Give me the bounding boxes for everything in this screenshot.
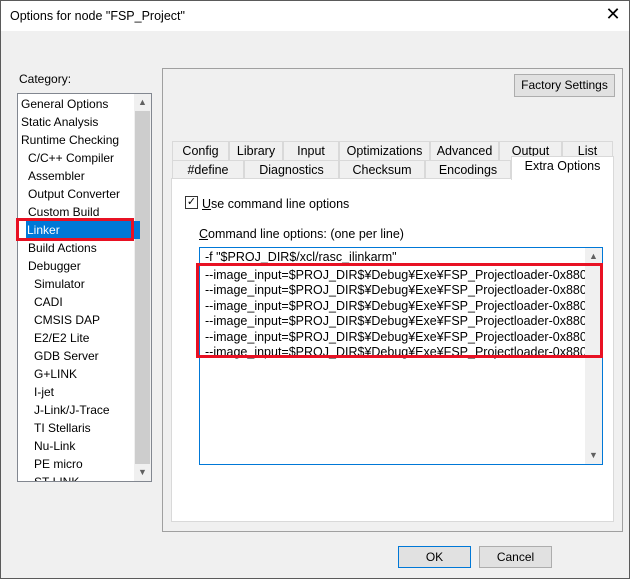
tab-encodings[interactable]: Encodings <box>425 160 511 179</box>
factory-settings-button[interactable]: Factory Settings <box>514 74 615 97</box>
category-item[interactable]: PE micro <box>33 455 147 473</box>
command-line-label: Command line options: (one per line) <box>199 227 404 241</box>
tab-define[interactable]: #define <box>172 160 244 179</box>
category-item[interactable]: Debugger <box>27 257 141 275</box>
category-item[interactable]: J-Link/J-Trace <box>33 401 147 419</box>
window-title: Options for node "FSP_Project" <box>10 9 185 23</box>
tab-input[interactable]: Input <box>283 141 339 160</box>
category-item[interactable]: Nu-Link <box>33 437 147 455</box>
category-item[interactable]: TI Stellaris <box>33 419 147 437</box>
category-label: Category: <box>19 72 72 86</box>
ok-button[interactable]: OK <box>398 546 471 568</box>
use-command-line-label[interactable]: Use command line options <box>202 197 349 211</box>
command-line-label-text: ommand line options: (one per line) <box>208 227 404 241</box>
category-item[interactable]: Build Actions <box>27 239 141 257</box>
category-item[interactable]: Assembler <box>27 167 141 185</box>
linker-highlight-box <box>16 218 134 241</box>
category-item[interactable]: C/C++ Compiler <box>27 149 141 167</box>
tab-advanced[interactable]: Advanced <box>430 141 499 160</box>
tab-diagnostics[interactable]: Diagnostics <box>244 160 339 179</box>
use-command-line-checkbox[interactable]: ✓ <box>185 196 198 209</box>
category-item[interactable]: Output Converter <box>27 185 141 203</box>
scroll-down-icon[interactable]: ▼ <box>585 447 602 464</box>
category-item[interactable]: I-jet <box>33 383 147 401</box>
category-item[interactable]: ST-LINK <box>33 473 147 481</box>
tab-config[interactable]: Config <box>172 141 229 160</box>
category-item[interactable]: E2/E2 Lite <box>33 329 147 347</box>
category-item[interactable]: Static Analysis <box>20 113 134 131</box>
tab-library[interactable]: Library <box>229 141 283 160</box>
category-item[interactable]: Runtime Checking <box>20 131 134 149</box>
tab-checksum[interactable]: Checksum <box>339 160 425 179</box>
category-item[interactable]: General Options <box>20 95 134 113</box>
close-icon[interactable]: ✕ <box>601 4 625 25</box>
category-item[interactable]: Simulator <box>33 275 147 293</box>
category-item[interactable]: G+LINK <box>33 365 147 383</box>
category-list[interactable]: ▲ ▼ General Options Static Analysis Runtim… <box>17 93 152 482</box>
tab-optimizations[interactable]: Optimizations <box>339 141 430 160</box>
scroll-up-icon[interactable]: ▲ <box>134 94 151 111</box>
category-item[interactable]: GDB Server <box>33 347 147 365</box>
use-command-line-label-text: se command line options <box>211 197 350 211</box>
category-item[interactable]: CMSIS DAP <box>33 311 147 329</box>
tab-extra-options[interactable]: Extra Options <box>511 156 614 180</box>
cancel-button[interactable]: Cancel <box>479 546 552 568</box>
category-item[interactable]: CADI <box>33 293 147 311</box>
image-input-highlight-box <box>196 263 603 358</box>
